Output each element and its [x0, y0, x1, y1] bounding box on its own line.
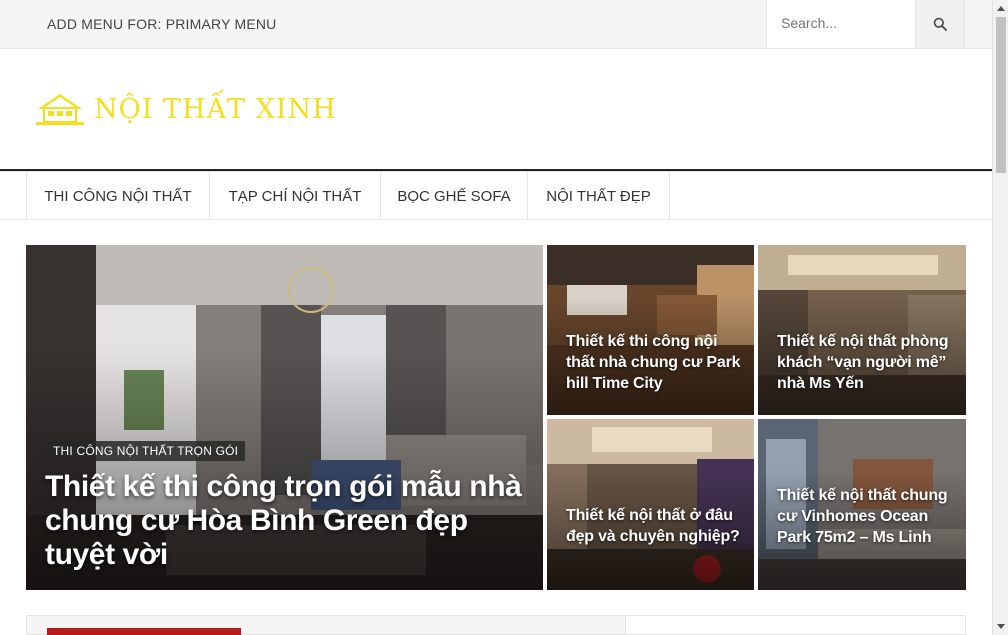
primary-nav: THI CÔNG NỘI THẤT TẠP CHÍ NỘI THẤT BỌC G… — [0, 171, 992, 220]
nav-item-tap-chi-noi-that[interactable]: TẠP CHÍ NỘI THẤT — [210, 172, 381, 220]
site-header: NỘI THẤT XINH — [0, 49, 992, 171]
nav-item-label: TẠP CHÍ NỘI THẤT — [228, 187, 362, 205]
post-4-title[interactable]: Thiết kế nội thất chung cư Vinhomes Ocea… — [777, 485, 957, 548]
post-3-title[interactable]: Thiết kế nội thất ở đâu đẹp và chuyên ng… — [566, 505, 746, 547]
nav-item-thi-cong-noi-that[interactable]: THI CÔNG NỘI THẤT — [26, 172, 210, 220]
nav-item-noi-that-dep[interactable]: NỘI THẤT ĐẸP — [528, 172, 670, 220]
main-post-category-badge[interactable]: THI CÔNG NỘI THẤT TRỌN GÓI — [46, 441, 246, 461]
sidebar-widget — [626, 615, 966, 635]
scroll-down-button[interactable] — [993, 619, 1008, 635]
site-logo[interactable]: NỘI THẤT XINH — [34, 91, 337, 127]
featured-post-2[interactable]: Thiết kế nội thất phòng khách “vạn người… — [758, 245, 966, 415]
chevron-up-icon — [997, 6, 1005, 11]
featured-post-4[interactable]: Thiết kế nội thất chung cư Vinhomes Ocea… — [758, 419, 966, 590]
scrollbar-thumb[interactable] — [996, 17, 1006, 173]
nav-item-boc-ghe-sofa[interactable]: BỌC GHẾ SOFA — [381, 172, 528, 220]
nav-item-label: THI CÔNG NỘI THẤT — [44, 187, 192, 205]
add-menu-notice[interactable]: ADD MENU FOR: PRIMARY MENU — [47, 16, 276, 32]
post-2-title[interactable]: Thiết kế nội thất phòng khách “vạn người… — [777, 331, 957, 394]
top-bar: ADD MENU FOR: PRIMARY MENU — [0, 0, 992, 49]
house-logo-icon — [36, 94, 84, 125]
search-input[interactable] — [767, 0, 907, 46]
page-scrollbar[interactable] — [992, 0, 1008, 635]
scroll-up-button[interactable] — [993, 0, 1008, 16]
search-box — [766, 0, 916, 48]
chevron-down-icon — [997, 624, 1005, 629]
featured-post-3[interactable]: Thiết kế nội thất ở đâu đẹp và chuyên ng… — [547, 419, 754, 590]
search-icon — [933, 17, 947, 31]
search-button[interactable] — [915, 0, 965, 48]
nav-item-label: NỘI THẤT ĐẸP — [546, 187, 651, 205]
nav-item-label: BỌC GHẾ SOFA — [397, 187, 511, 205]
main-post-title[interactable]: Thiết kế thi công trọn gói mẫu nhà chung… — [45, 470, 525, 572]
post-1-title[interactable]: Thiết kế thi công nội thất nhà chung cư … — [566, 331, 746, 394]
featured-post-1[interactable]: Thiết kế thi công nội thất nhà chung cư … — [547, 245, 754, 415]
logo-text: NỘI THẤT XINH — [94, 93, 337, 125]
section-heading-bar — [47, 628, 241, 635]
